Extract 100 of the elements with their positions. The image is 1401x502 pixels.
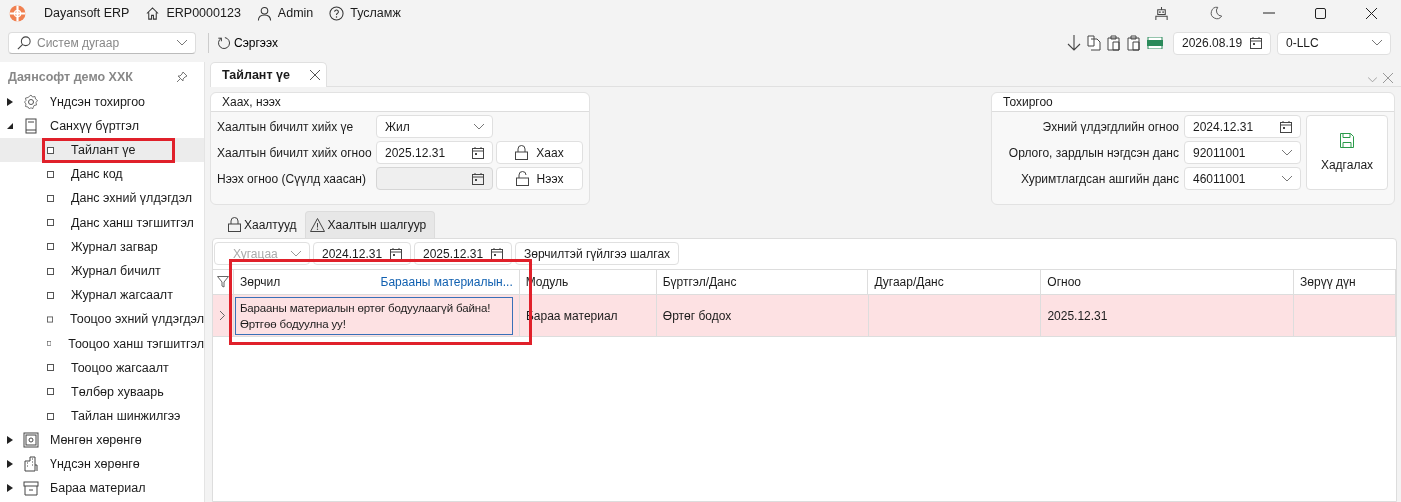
home-icon — [145, 5, 161, 21]
panel-title: Тохиргоо — [1003, 95, 1053, 109]
sidebar-subitem[interactable]: Тооцоо эхний үлдэгдэл — [0, 307, 204, 332]
sidebar-subitem[interactable]: Данс ханш тэгшитгэл — [0, 210, 204, 235]
chevron-icon — [1372, 40, 1382, 46]
square-icon — [47, 412, 54, 420]
sidebar-item[interactable]: Бараа материал — [50, 481, 146, 496]
save-button[interactable]: Хадгалах — [1306, 115, 1388, 190]
sidebar-subitem[interactable]: Төлбөр хуваарь — [0, 379, 204, 405]
refresh-button[interactable]: Сэргээх — [217, 36, 278, 50]
user-name[interactable]: Admin — [277, 6, 314, 20]
gear-icon — [23, 94, 39, 110]
lock-icon — [228, 217, 241, 232]
moon-icon[interactable] — [1209, 6, 1223, 20]
expander-icon[interactable] — [6, 98, 14, 106]
company-select[interactable]: 0-LLC — [1277, 31, 1391, 55]
clipboard-icon[interactable] — [1107, 35, 1121, 51]
expander-icon[interactable] — [6, 460, 14, 469]
arrow-down-icon[interactable] — [1067, 35, 1081, 51]
expander-icon[interactable] — [6, 436, 14, 445]
close-button[interactable]: Хаах — [496, 141, 583, 164]
sidebar-subitem[interactable]: Данс эхний үлдэгдэл — [0, 186, 204, 211]
panel-title: Хаах, нээх — [222, 95, 281, 109]
group-link[interactable]: Барааны материалын... — [380, 275, 513, 289]
sidebar-item[interactable]: Үндсэн хөрөнгө — [50, 457, 140, 472]
copy-icon[interactable] — [1087, 35, 1101, 51]
save-icon — [1340, 133, 1354, 148]
field-label: Хаалтын бичилт хийх үе — [217, 119, 355, 134]
chevron-icon — [1282, 149, 1292, 156]
robot-icon[interactable] — [1154, 5, 1169, 21]
field-label: Орлого, зардлын нэгдсэн данс — [1007, 145, 1180, 160]
sidebar-subitem[interactable]: Данс код — [0, 162, 204, 187]
chevron-icon — [474, 123, 484, 130]
spreadsheet-icon[interactable] — [1147, 37, 1163, 49]
square-icon — [47, 243, 54, 251]
tab[interactable]: Хаалтууд — [224, 211, 305, 238]
column-header[interactable]: Бүртгэл/Данс — [662, 275, 737, 289]
column-header[interactable]: Зөрүү дүн — [1300, 275, 1356, 289]
square-icon — [47, 194, 54, 202]
period-input[interactable]: Хугацаа — [233, 246, 291, 261]
column-header[interactable]: Дугаар/Данс — [874, 275, 944, 289]
sidebar-subitem[interactable]: Журнал бичилт — [0, 258, 204, 284]
app-title: Dayansoft ERP — [44, 6, 130, 20]
expander-icon[interactable] — [6, 122, 14, 130]
sidebar-title: Даянсофт демо ХХК — [8, 70, 133, 84]
expander-icon[interactable] — [6, 484, 14, 493]
period-select[interactable]: Жил — [376, 115, 493, 138]
chevron-right-icon — [220, 311, 226, 320]
pin-icon[interactable] — [176, 71, 188, 83]
chevron-icon — [177, 40, 187, 46]
sidebar-subitem[interactable]: Тайлан шинжилгээ — [0, 404, 204, 429]
refresh-icon — [217, 36, 231, 50]
square-icon — [47, 219, 54, 227]
search-field[interactable]: Систем дугаар — [8, 32, 196, 54]
chevron-icon — [1282, 175, 1292, 182]
period-select[interactable]: Хугацаа — [214, 242, 310, 265]
sidebar-subitem[interactable]: Тооцоо ханш тэгшитгэл — [0, 331, 204, 356]
sidebar-subitem[interactable]: Тайлант үе — [0, 138, 204, 163]
field-label: Нээх огноо (Сүүлд хаасан) — [217, 171, 367, 186]
company-code[interactable]: ERP0000123 — [166, 6, 241, 20]
building-icon — [23, 456, 39, 473]
account-select[interactable]: 46011001 — [1184, 167, 1301, 190]
archive-icon — [23, 480, 39, 497]
search-icon — [17, 36, 31, 50]
square-icon — [47, 364, 54, 372]
help-link[interactable]: Тусламж — [350, 6, 401, 20]
tab[interactable]: Хаалтын шалгуур — [304, 211, 436, 238]
field-label: Хуримтлагдсан ашгийн данс — [1020, 171, 1180, 186]
sidebar-item[interactable]: Санхүү бүртгэл — [50, 119, 139, 133]
sidebar-subitem[interactable]: Журнал жагсаалт — [0, 283, 204, 308]
sidebar-item[interactable]: Үндсэн тохиргоо — [50, 95, 146, 109]
field-label: Хаалтын бичилт хийх огноо — [217, 145, 373, 160]
date-field[interactable]: 2024.12.31 — [313, 242, 411, 265]
calendar-icon — [472, 146, 484, 159]
warning-icon — [309, 218, 325, 232]
close-icon[interactable] — [1366, 7, 1377, 19]
date-field[interactable]: 2025.12.31 — [376, 141, 493, 164]
sidebar-subitem[interactable]: Тооцоо жагсаалт — [0, 355, 204, 380]
document-tab[interactable]: Тайлант үе — [210, 62, 327, 87]
maximize-icon[interactable] — [1315, 7, 1326, 19]
sidebar-item[interactable]: Мөнгөн хөрөнгө — [50, 433, 142, 448]
date-field[interactable]: 2026.08.19 — [1173, 31, 1271, 55]
close-icon[interactable] — [309, 70, 320, 80]
sidebar-subitem[interactable]: Журнал загвар — [0, 234, 204, 259]
date-field[interactable]: 2025.12.31 — [414, 242, 512, 265]
safe-icon — [23, 432, 39, 449]
table-cell: 2025.12.31 — [1047, 308, 1108, 323]
clipboard-icon[interactable] — [1127, 35, 1141, 51]
account-select[interactable]: 92011001 — [1184, 141, 1301, 164]
square-icon — [47, 388, 54, 396]
user-icon — [256, 5, 272, 21]
column-header[interactable]: Зөрчил — [240, 275, 281, 289]
calendar-icon — [1280, 120, 1292, 133]
search-input[interactable]: Систем дугаар — [37, 36, 171, 50]
column-header[interactable]: Огноо — [1047, 275, 1081, 289]
square-icon — [47, 291, 54, 299]
date-field[interactable]: 2024.12.31 — [1184, 115, 1301, 138]
message-cell[interactable]: Барааны материалын өртөг бодуулаагүй байна! Өртгөө бодуулна уу! — [234, 296, 513, 335]
filter-icon[interactable] — [217, 276, 229, 288]
check-button[interactable]: Зөрчилтэй гүйлгээ шалгах — [515, 242, 680, 265]
